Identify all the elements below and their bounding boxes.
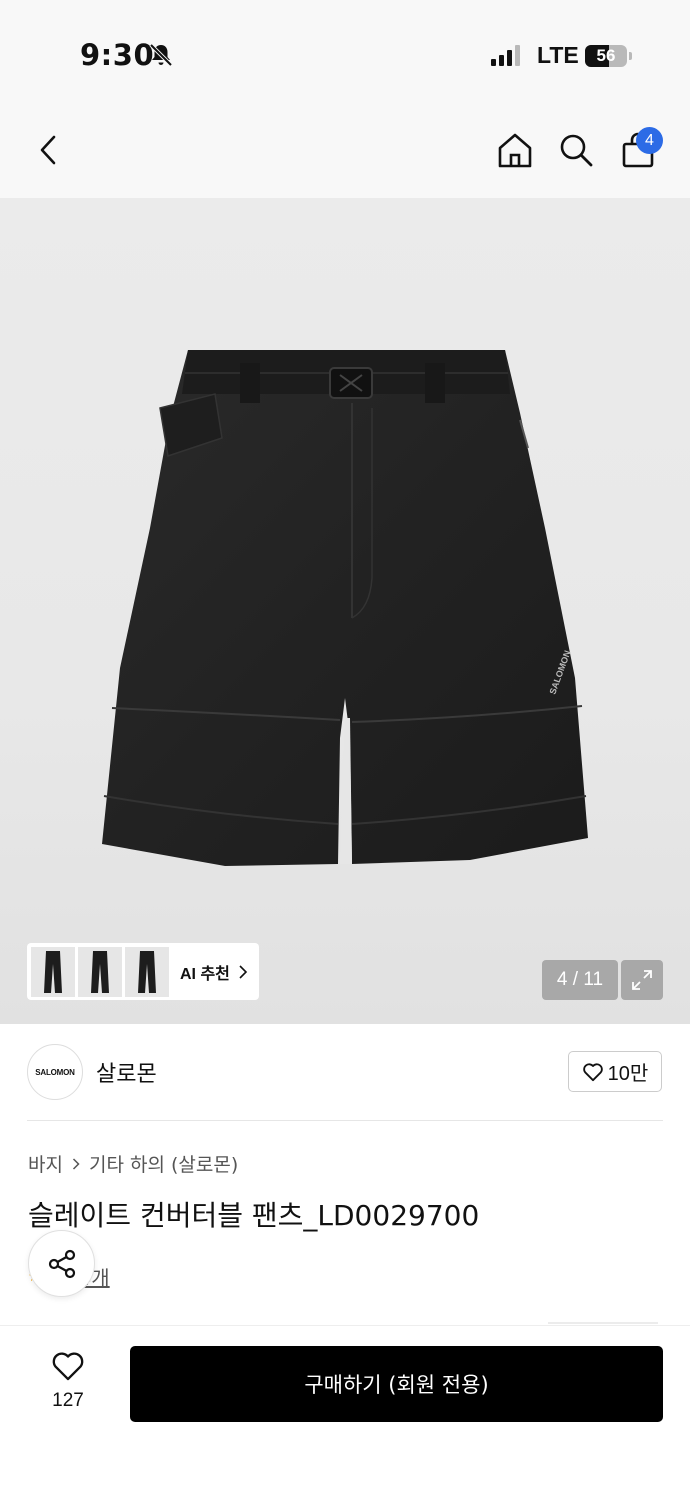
share-button[interactable]: [28, 1230, 95, 1297]
network-label: LTE: [537, 42, 579, 68]
home-button[interactable]: [491, 126, 539, 174]
wishlist-button[interactable]: 127: [36, 1350, 100, 1412]
buy-button[interactable]: 구매하기 (회원 전용): [130, 1346, 663, 1422]
breadcrumb-subcategory[interactable]: 기타 하의 (살로몬): [89, 1150, 238, 1177]
bottom-bar: 127 구매하기 (회원 전용): [0, 1325, 690, 1500]
pants-thumb-icon: [91, 950, 109, 993]
divider: [548, 1322, 658, 1324]
ai-thumb: [78, 946, 122, 997]
divider: [27, 1120, 663, 1121]
battery-tip: [629, 52, 632, 60]
home-icon: [498, 133, 532, 168]
image-pager: 4 / 11: [542, 960, 618, 1000]
shorts-image: SALOMON: [102, 350, 588, 866]
product-title: 슬레이트 컨버터블 팬츠_LD0029700: [28, 1199, 480, 1232]
chevron-right-icon: [72, 1157, 80, 1170]
search-button[interactable]: [552, 126, 600, 174]
breadcrumb-category[interactable]: 바지: [28, 1150, 63, 1177]
status-time: 9:30: [80, 38, 155, 72]
pants-thumb-icon: [138, 950, 156, 993]
brand-name[interactable]: 살로몬: [96, 1056, 157, 1088]
ai-recommend-label: AI 추천: [180, 965, 230, 983]
cart-count-badge: 4: [636, 127, 663, 154]
wishlist-count: 127: [52, 1390, 84, 1411]
signal-icon: [491, 44, 520, 66]
expand-icon: [632, 970, 652, 990]
expand-button[interactable]: [621, 960, 663, 1000]
brand-logo-text: SALOMON: [35, 1067, 75, 1077]
back-icon: [40, 135, 56, 165]
brand-logo[interactable]: SALOMON: [27, 1044, 83, 1100]
battery-percent: 56: [596, 46, 616, 65]
share-icon: [48, 1249, 75, 1278]
bell-muted-icon: [149, 43, 173, 67]
chevron-right-icon: [239, 964, 248, 979]
nav-bar: [0, 100, 690, 198]
product-image[interactable]: SALOMON AI 추천 4 / 11: [0, 198, 690, 1024]
heart-icon: [582, 1062, 603, 1081]
brand-like-count: 10만: [607, 1063, 649, 1085]
ai-thumb: [125, 946, 169, 997]
pants-thumb-icon: [44, 950, 62, 993]
back-button[interactable]: [24, 126, 72, 174]
battery-icon: 56: [585, 45, 627, 67]
ai-recommend-button[interactable]: AI 추천: [27, 943, 259, 1000]
search-icon: [560, 134, 593, 167]
breadcrumb: 바지 기타 하의 (살로몬): [28, 1150, 238, 1177]
status-bar: 9:30 LTE 56: [0, 0, 690, 100]
heart-icon: [52, 1352, 84, 1381]
brand-like-button[interactable]: 10만: [568, 1051, 662, 1092]
ai-thumb: [31, 946, 75, 997]
